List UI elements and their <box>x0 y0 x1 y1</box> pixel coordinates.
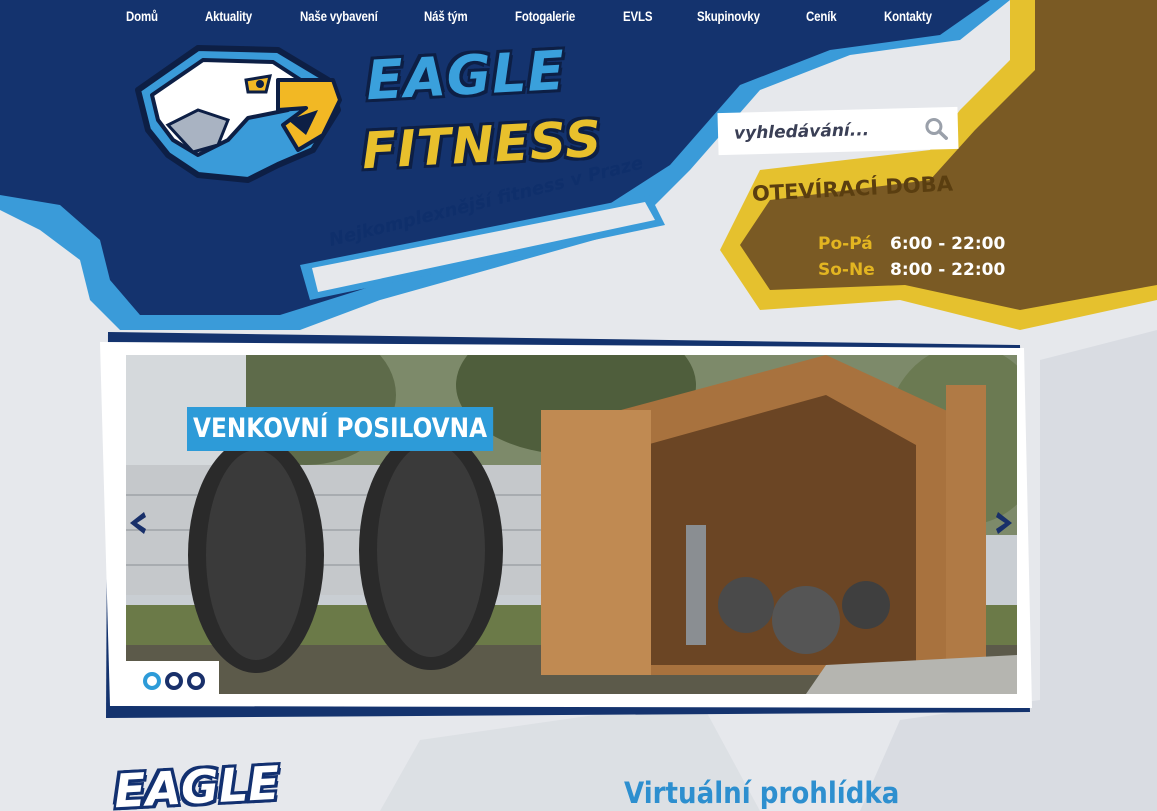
nav-item-domu[interactable]: Domů <box>126 8 158 24</box>
outdoor-gym-photo <box>126 355 1017 694</box>
opening-hours-row: Po-Pá 6:00 - 22:00 <box>818 234 1005 258</box>
opening-hours-row: So-Ne 8:00 - 22:00 <box>818 260 1005 284</box>
eagle-mascot-icon <box>135 45 342 183</box>
slider-dot[interactable] <box>187 672 205 690</box>
site-logo[interactable]: EAGLE FITNESS <box>128 38 603 190</box>
nav-item-fotogalerie[interactable]: Fotogalerie <box>515 8 575 24</box>
slider-dot-active[interactable] <box>143 672 161 690</box>
opening-hours-day: So-Ne <box>818 260 875 280</box>
nav-item-kontakty[interactable]: Kontakty <box>884 8 932 24</box>
nav-item-evls[interactable]: EVLS <box>623 8 652 24</box>
chevron-right-icon[interactable] <box>992 508 1018 538</box>
opening-hours-time: 8:00 - 22:00 <box>890 260 1006 280</box>
nav-item-nase-vybaveni[interactable]: Naše vybavení <box>300 8 378 24</box>
chevron-left-icon[interactable] <box>124 508 150 538</box>
nav-item-skupinovky[interactable]: Skupinovky <box>697 8 760 24</box>
opening-hours-day: Po-Pá <box>818 234 873 254</box>
nav-item-nas-tym[interactable]: Náš tým <box>424 8 468 24</box>
slider-pagination <box>126 661 219 694</box>
slide-caption: VENKOVNÍ POSILOVNA <box>187 407 494 451</box>
search-form <box>717 106 959 156</box>
logo-eagle-text: EAGLE <box>364 38 567 113</box>
opening-hours-time: 6:00 - 22:00 <box>890 234 1006 254</box>
footer-logo[interactable]: EAGLE <box>113 756 281 811</box>
search-input[interactable] <box>733 116 915 147</box>
search-icon[interactable] <box>924 116 949 141</box>
main-nav: Domů Aktuality Naše vybavení Náš tým Fot… <box>0 8 1157 32</box>
virtual-tour-title: Virtuální prohlídka <box>624 776 900 810</box>
nav-item-aktuality[interactable]: Aktuality <box>205 8 252 24</box>
nav-item-cenik[interactable]: Ceník <box>806 8 837 24</box>
slider-image[interactable] <box>126 355 1017 694</box>
slider-dot[interactable] <box>165 672 183 690</box>
